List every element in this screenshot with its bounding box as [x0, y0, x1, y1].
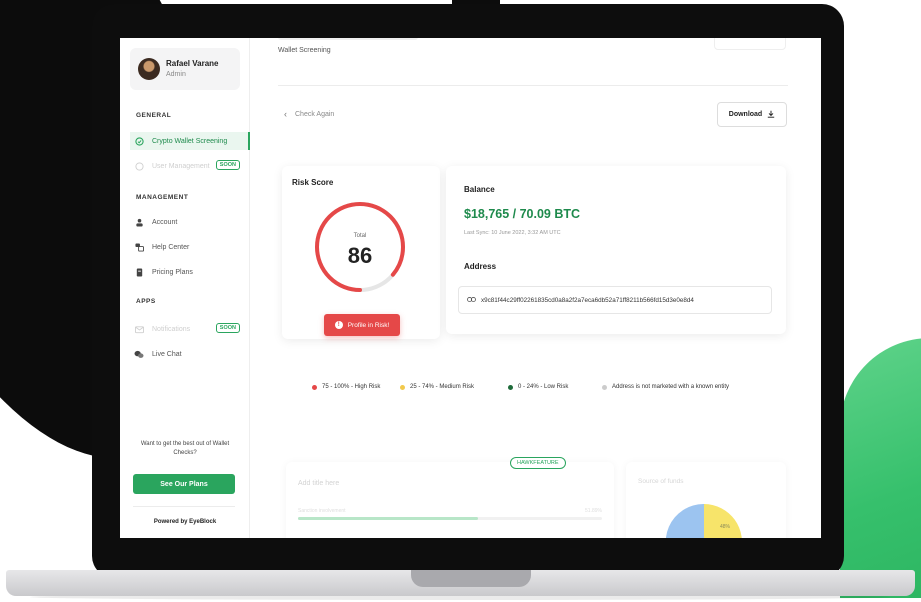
source-of-funds-title: Source of funds — [638, 478, 684, 485]
user-profile[interactable]: Rafael Varane Admin — [130, 48, 240, 90]
top-action-button-cropped[interactable] — [714, 38, 786, 50]
risk-legend: 75 - 100% - High Risk 25 - 74% - Medium … — [312, 384, 802, 396]
risk-score-title: Risk Score — [292, 178, 334, 187]
user-role: Admin — [166, 71, 186, 78]
soon-badge: SOON — [215, 323, 240, 333]
source-of-funds-card: Source of funds 48% — [626, 462, 786, 538]
legend-dot-unknown — [602, 384, 607, 390]
risk-status-label: Profile in Risk! — [347, 321, 390, 329]
legend-label: Address is not marketed with a known ent… — [612, 384, 730, 390]
legend-dot-medium — [400, 384, 405, 390]
balance-title: Balance — [464, 185, 495, 194]
sidebar: Rafael Varane Admin GENERAL Crypto Walle… — [120, 38, 250, 538]
legend-item-high: 75 - 100% - High Risk — [312, 384, 380, 390]
link-icon — [467, 296, 476, 305]
legend-dot-high — [312, 384, 317, 390]
sidebar-item-help-center[interactable]: Help Center — [134, 238, 250, 256]
decorative-green-blob — [840, 338, 921, 598]
download-label: Download — [728, 111, 763, 118]
wallet-address: x9c81f44c29ff02261835cd0a8a2f2a7eca6db52… — [481, 296, 694, 304]
main-content: Wallet Screening ‹ Check Again Download … — [250, 38, 821, 538]
soon-badge: SOON — [215, 160, 240, 170]
pricing-icon — [134, 267, 144, 277]
locked-card-title: Add title here — [298, 480, 340, 487]
legend-label: 0 - 24% - Low Risk — [518, 384, 569, 390]
page-title-cropped — [278, 38, 418, 40]
page-subtitle: Wallet Screening — [278, 47, 331, 54]
page-stage: Rafael Varane Admin GENERAL Crypto Walle… — [0, 0, 921, 602]
sidebar-item-pricing-plans[interactable]: Pricing Plans — [134, 263, 250, 281]
legend-item-medium: 25 - 74% - Medium Risk — [400, 384, 474, 390]
legend-dot-low — [508, 384, 513, 390]
laptop-notch — [411, 570, 531, 587]
powered-by-text: Powered by EyeBlock — [153, 519, 217, 525]
risk-score-card: Risk Score Total 86 ! Profile in Risk! — [282, 166, 440, 339]
legend-item-low: 0 - 24% - Low Risk — [508, 384, 568, 390]
locked-card-metric-value: 51.89% — [585, 508, 602, 514]
download-icon — [767, 110, 775, 120]
sidebar-item-label: Crypto Wallet Screening — [152, 137, 228, 145]
total-label: Total — [353, 233, 367, 239]
users-icon — [134, 161, 144, 171]
locked-card-progress-fill — [298, 517, 478, 520]
person-icon — [134, 217, 144, 227]
upgrade-promo-text: Want to get the best out of Wallet Check… — [140, 441, 230, 456]
balance-card: Balance $18,765 / 70.09 BTC Last Sync: 1… — [446, 166, 786, 334]
section-heading-general: GENERAL — [136, 112, 172, 119]
wallet-address-field[interactable]: x9c81f44c29ff02261835cd0a8a2f2a7eca6db52… — [458, 286, 772, 314]
sidebar-item-notifications[interactable]: Notifications SOON — [134, 320, 250, 338]
sidebar-divider — [133, 506, 235, 507]
sidebar-item-crypto-wallet-screening[interactable]: Crypto Wallet Screening — [130, 132, 250, 150]
sidebar-item-label: Live Chat — [152, 350, 182, 358]
hawk-feature-badge[interactable]: HAWKFEATURE — [510, 457, 566, 469]
sidebar-item-account[interactable]: Account — [134, 213, 250, 231]
mail-icon — [134, 324, 144, 334]
balance-value: $18,765 / 70.09 BTC — [464, 207, 581, 221]
sidebar-item-label: Pricing Plans — [152, 268, 193, 276]
last-sync-text: Last Sync: 10 June 2022, 3:32 AM UTC — [464, 230, 561, 236]
check-again-label: Check Again — [295, 110, 335, 118]
risk-score-value: 86 — [347, 243, 373, 268]
source-of-funds-pie: 48% — [666, 504, 742, 538]
app-screen: Rafael Varane Admin GENERAL Crypto Walle… — [120, 38, 821, 538]
shield-icon — [134, 136, 144, 146]
sidebar-item-user-management[interactable]: User Management SOON — [134, 157, 250, 175]
profile-risk-status: ! Profile in Risk! — [324, 314, 400, 336]
locked-feature-card: Add title here Sanction involvement 51.8… — [286, 462, 614, 538]
legend-item-unknown: Address is not marketed with a known ent… — [602, 384, 729, 390]
alert-icon: ! — [334, 321, 343, 329]
avatar — [138, 58, 160, 80]
chevron-left-icon: ‹ — [284, 109, 287, 119]
legend-label: 25 - 74% - Medium Risk — [410, 384, 475, 390]
header-divider — [278, 85, 788, 86]
check-again-link[interactable]: ‹ Check Again — [284, 109, 334, 119]
section-heading-apps: APPS — [136, 298, 156, 305]
section-heading-management: MANAGEMENT — [136, 194, 189, 201]
locked-card-metric-label: Sanction involvement — [298, 508, 346, 514]
pie-slice-label: 48% — [720, 524, 731, 530]
address-title: Address — [464, 262, 497, 271]
legend-label: 75 - 100% - High Risk — [322, 384, 381, 390]
user-name: Rafael Varane — [166, 59, 219, 68]
sidebar-item-label: Help Center — [152, 243, 190, 251]
see-our-plans-button[interactable]: See Our Plans — [133, 474, 235, 494]
risk-score-gauge: Total 86 — [312, 199, 408, 295]
sidebar-item-label: Notifications — [152, 325, 191, 333]
download-button[interactable]: Download — [717, 102, 787, 127]
chat-icon — [134, 349, 144, 359]
sidebar-item-label: User Management — [152, 162, 210, 170]
sidebar-item-label: Account — [152, 218, 178, 226]
sidebar-item-live-chat[interactable]: Live Chat — [134, 345, 250, 363]
help-icon — [134, 242, 144, 252]
